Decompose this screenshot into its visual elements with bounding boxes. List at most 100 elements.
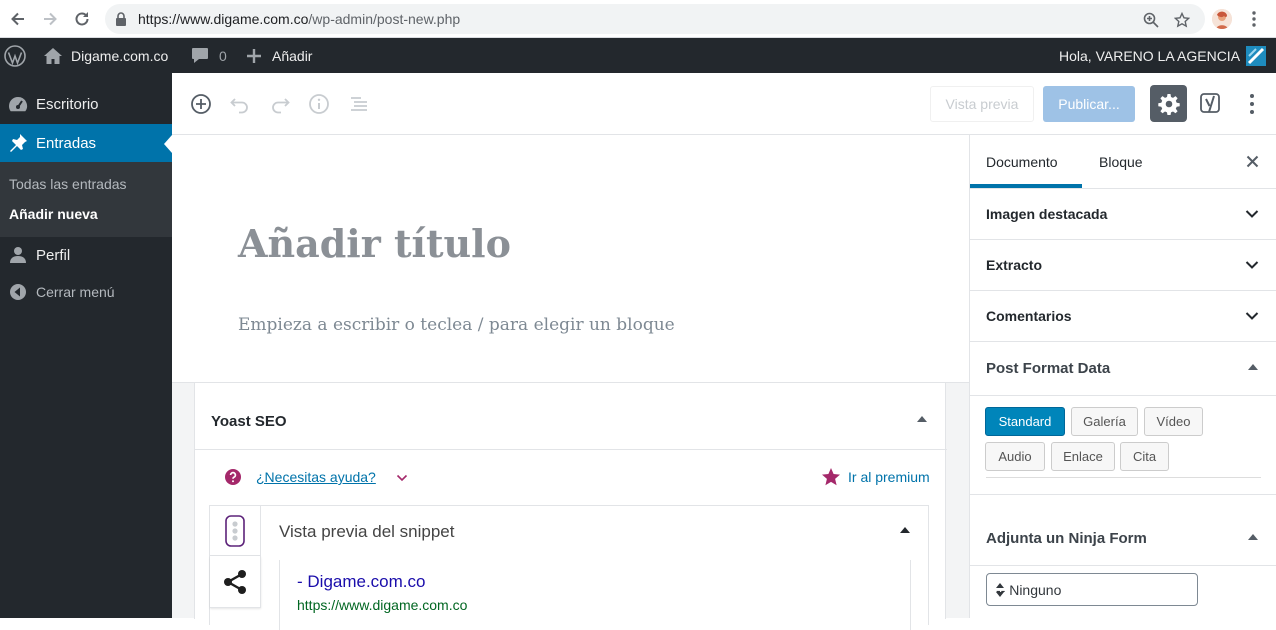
submenu-all-posts[interactable]: Todas las entradas [9, 176, 127, 192]
metabox-area: Yoast SEO ¿Necesitas ayuda? Ir al premiu… [172, 382, 969, 630]
sidebar-item-dashboard[interactable]: Escritorio [0, 85, 172, 123]
caret-up-icon [1248, 363, 1262, 373]
outline-list-icon[interactable] [348, 93, 370, 115]
back-arrow-icon[interactable] [8, 9, 28, 29]
redo-icon[interactable] [269, 93, 291, 115]
panel-title: Adjunta un Ninja Form [986, 530, 1147, 547]
tab-document[interactable]: Documento [986, 154, 1058, 170]
zoom-icon[interactable] [1143, 12, 1159, 28]
collapse-menu-button[interactable]: Cerrar menú [0, 273, 172, 311]
google-snippet: - Digame.com.co https://www.digame.com.c… [279, 560, 911, 630]
sidebar-item-profile[interactable]: Perfil [0, 236, 172, 274]
chevron-down-icon [1245, 260, 1259, 270]
reload-icon[interactable] [72, 9, 92, 29]
settings-sidebar: Documento Bloque Imagen destacada Extrac… [969, 135, 1276, 618]
undo-icon[interactable] [229, 93, 251, 115]
user-avatar-icon [1246, 45, 1267, 66]
panel-title: Comentarios [986, 308, 1072, 324]
plus-icon [246, 48, 262, 64]
publish-button[interactable]: Publicar... [1043, 86, 1135, 122]
readability-tab[interactable] [210, 506, 261, 556]
format-audio-button[interactable]: Audio [985, 442, 1045, 471]
premium-link[interactable]: Ir al premium [848, 469, 930, 485]
sidebar-item-posts[interactable]: Entradas [0, 124, 172, 162]
format-video-button[interactable]: Vídeo [1144, 407, 1203, 436]
divider [986, 477, 1261, 478]
more-options-icon[interactable] [1242, 93, 1262, 115]
traffic-light-icon [224, 514, 246, 547]
admin-sidebar: Escritorio Entradas Todas las entradas A… [0, 73, 172, 618]
snippet-site-title[interactable]: - Digame.com.co [297, 572, 425, 592]
browser-menu-icon[interactable] [1246, 10, 1262, 28]
settings-tabs: Documento Bloque [970, 135, 1276, 189]
chevron-down-icon[interactable] [396, 473, 408, 483]
settings-toggle-button[interactable] [1150, 85, 1187, 122]
address-bar[interactable]: https://www.digame.com.co/wp-admin/post-… [105, 4, 1205, 34]
dashboard-icon [0, 95, 36, 113]
ninja-form-select[interactable]: -- Ninguno [986, 573, 1198, 606]
home-icon [43, 47, 63, 65]
panel-post-format-header[interactable]: Post Format Data [970, 342, 1276, 396]
divider [195, 449, 947, 450]
yoast-title: Yoast SEO [211, 413, 287, 430]
panel-excerpt[interactable]: Extracto [970, 240, 1276, 291]
add-block-icon[interactable] [190, 93, 212, 115]
caret-up-icon [1248, 533, 1262, 543]
share-icon [222, 569, 248, 595]
yoast-logo-icon[interactable] [1200, 90, 1224, 116]
star-icon [821, 467, 841, 487]
browser-toolbar: https://www.digame.com.co/wp-admin/post-… [0, 0, 1276, 38]
format-quote-button[interactable]: Cita [1120, 442, 1169, 471]
url-path: /wp-admin/post-new.php [308, 11, 461, 27]
format-standard-button[interactable]: Standard [985, 407, 1065, 436]
tab-block[interactable]: Bloque [1099, 154, 1143, 170]
bookmark-star-icon[interactable] [1174, 12, 1190, 28]
panel-title: Post Format Data [986, 360, 1111, 377]
user-icon [0, 246, 36, 264]
snippet-url: https://www.digame.com.co [297, 597, 468, 613]
info-icon[interactable] [308, 93, 330, 115]
sidebar-item-label: Escritorio [36, 95, 99, 113]
select-value: -- Ninguno [996, 582, 1062, 598]
block-appender[interactable]: Empieza a escribir o teclea / para elegi… [238, 315, 675, 335]
snippet-preview-section: Vista previa del snippet - Digame.com.co… [209, 505, 929, 630]
sidebar-item-label: Cerrar menú [36, 284, 115, 300]
caret-up-icon[interactable] [917, 415, 927, 423]
url-host: https://www.digame.com.co [138, 11, 309, 27]
forward-arrow-icon[interactable] [40, 9, 60, 29]
site-name: Digame.com.co [71, 47, 169, 64]
comments-count: 0 [219, 47, 227, 64]
snippet-preview-title: Vista previa del snippet [279, 522, 455, 541]
post-title-input[interactable]: Añadir título [238, 221, 511, 266]
preview-button[interactable]: Vista previa [930, 86, 1034, 122]
profile-avatar-icon[interactable] [1212, 9, 1232, 29]
sidebar-item-label: Entradas [36, 134, 97, 152]
site-name-link[interactable]: Digame.com.co [43, 38, 168, 73]
sidebar-item-label: Perfil [36, 246, 71, 264]
comments-link[interactable]: 0 [191, 38, 227, 73]
lock-icon [115, 12, 127, 26]
add-new-link[interactable]: Añadir [246, 38, 312, 73]
comment-bubble-icon [191, 47, 209, 64]
wp-admin-bar: Digame.com.co 0 Añadir Hola, VARENO LA A… [0, 38, 1276, 73]
url-text: https://www.digame.com.co/wp-admin/post-… [138, 11, 460, 27]
help-link[interactable]: ¿Necesitas ayuda? [256, 469, 376, 485]
gear-icon [1157, 93, 1180, 115]
wordpress-logo-icon[interactable] [4, 38, 28, 73]
chevron-down-icon [1245, 311, 1259, 321]
account-menu[interactable]: Hola, VARENO LA AGENCIA [1059, 38, 1267, 73]
social-tab[interactable] [210, 556, 261, 608]
collapse-icon [0, 283, 36, 301]
panel-ninja-form-header[interactable]: Adjunta un Ninja Form [970, 512, 1276, 566]
submenu-add-new[interactable]: Añadir nueva [9, 206, 98, 222]
panel-comments[interactable]: Comentarios [970, 291, 1276, 342]
format-gallery-button[interactable]: Galería [1071, 407, 1138, 436]
active-tab-indicator [970, 184, 1082, 188]
format-link-button[interactable]: Enlace [1051, 442, 1115, 471]
editor-canvas: Añadir título Empieza a escribir o tecle… [172, 135, 969, 630]
divider [970, 494, 1276, 512]
question-circle-icon[interactable] [225, 469, 241, 485]
panel-featured-image[interactable]: Imagen destacada [970, 189, 1276, 240]
close-icon[interactable] [1246, 155, 1259, 168]
caret-up-icon[interactable] [900, 526, 910, 534]
